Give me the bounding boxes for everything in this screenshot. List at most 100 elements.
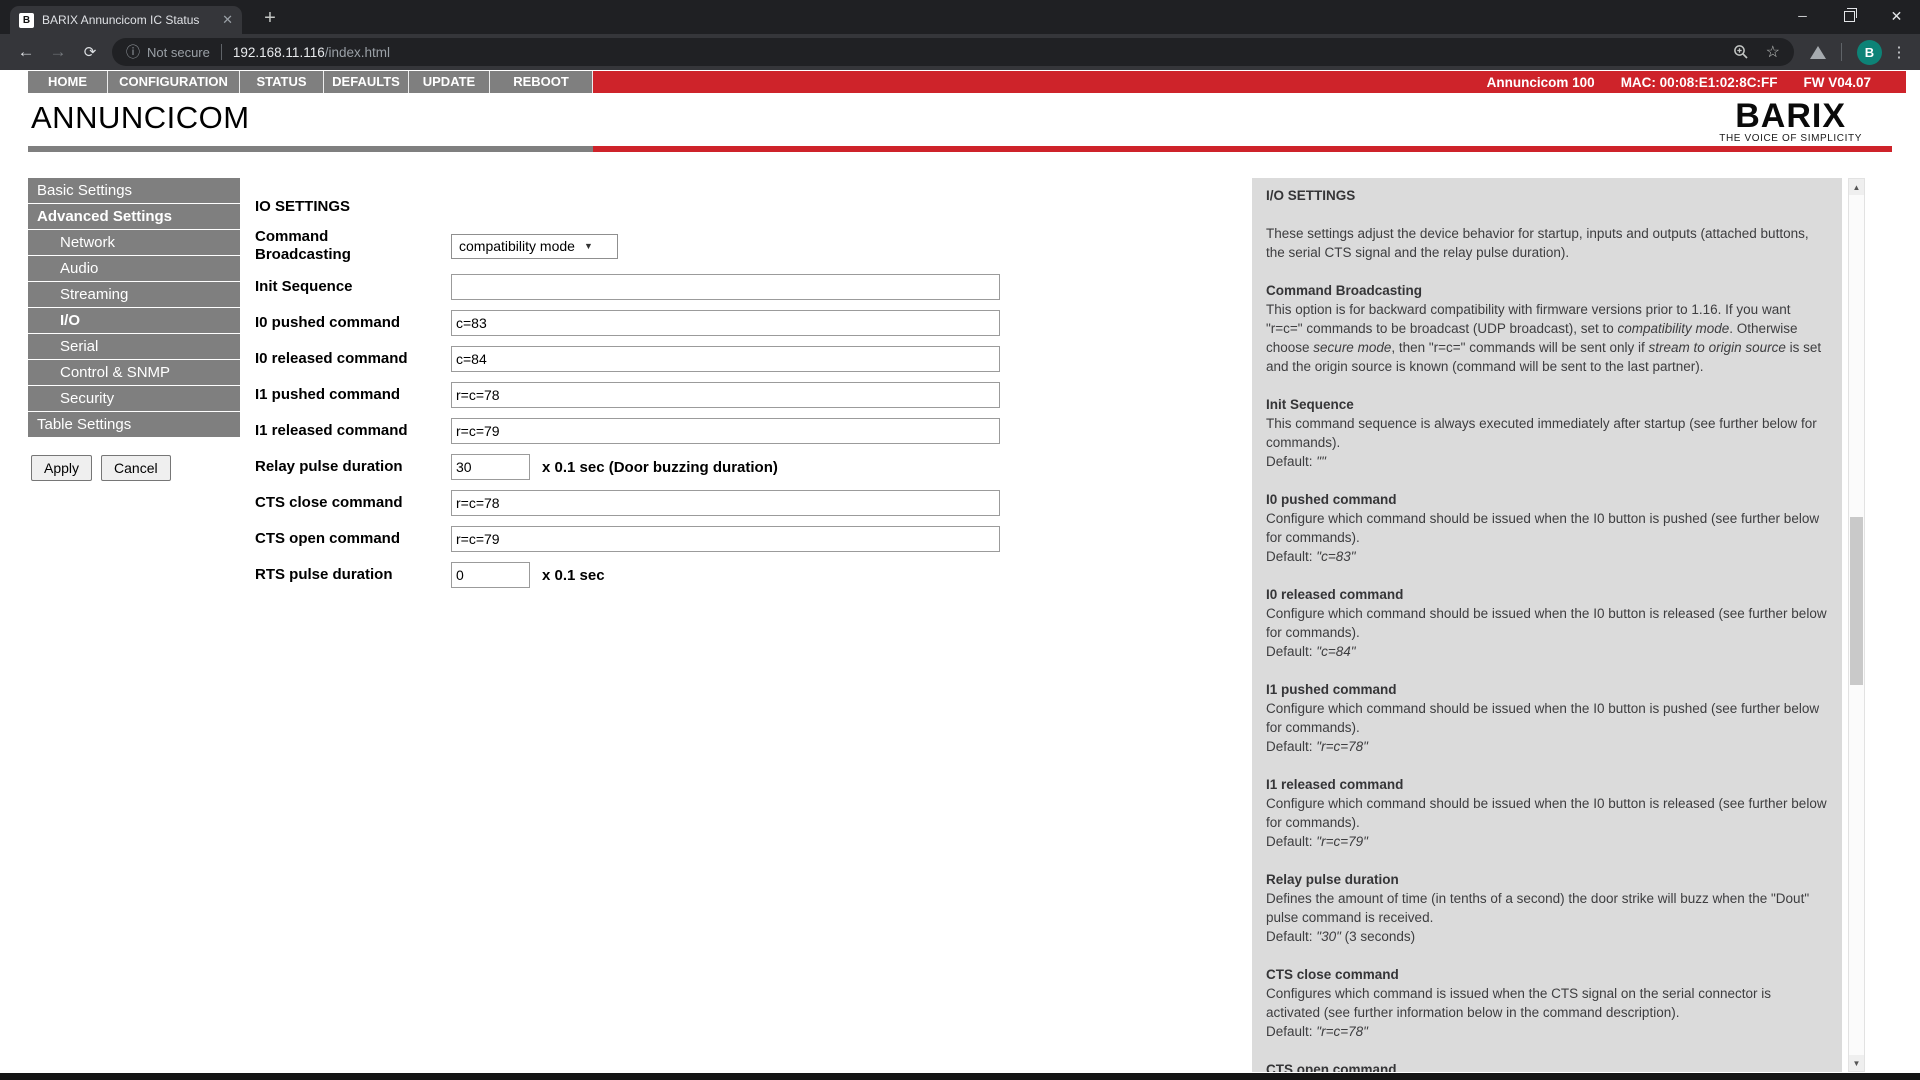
help-section: Command Broadcasting This option is for b… <box>1266 281 1828 376</box>
help-section: I0 pushed command Configure which command… <box>1266 490 1828 566</box>
scroll-down-icon[interactable]: ▼ <box>1849 1055 1864 1071</box>
help-heading-command-broadcasting: Command Broadcasting <box>1266 283 1423 298</box>
omnibox-divider <box>220 44 222 60</box>
cancel-button[interactable]: Cancel <box>101 455 171 481</box>
help-body: Configures which command is issued when … <box>1266 986 1771 1039</box>
security-label: Not secure <box>147 44 210 60</box>
help-body: These settings adjust the device behavio… <box>1266 226 1809 260</box>
sidebar-item-i-o[interactable]: I/O <box>28 308 240 334</box>
scrollbar-thumb[interactable] <box>1850 517 1863 685</box>
form-row: RTS pulse duration x 0.1 sec <box>255 562 1045 588</box>
sidebar-item-audio[interactable]: Audio <box>28 256 240 282</box>
favicon-icon: B <box>19 12 34 28</box>
i0-pushed-command-input[interactable] <box>451 310 1000 336</box>
nav-right-spacer <box>1906 71 1920 93</box>
i1-pushed-command-input[interactable] <box>451 382 1000 408</box>
help-scrollbar[interactable]: ▲ ▼ <box>1848 178 1865 1072</box>
form-row: Command Broadcasting compatibility mode ▼ <box>255 228 1045 264</box>
help-panel: I/O SETTINGS These settings adjust the de… <box>1252 178 1842 1072</box>
command-broadcasting-select[interactable]: compatibility mode ▼ <box>451 233 618 259</box>
form-row: I1 released command <box>255 418 1045 444</box>
form-title: IO SETTINGS <box>255 198 351 215</box>
cts-open-command-label: CTS open command <box>255 530 401 547</box>
top-nav: HOME CONFIGURATION STATUS DEFAULTS UPDATE REB… <box>0 71 1920 93</box>
close-button[interactable]: ✕ <box>1873 0 1920 32</box>
nav-item-defaults[interactable]: DEFAULTS <box>324 71 409 93</box>
help-section: I/O SETTINGS <box>1266 186 1828 205</box>
reload-button[interactable]: ⟳ <box>74 43 106 61</box>
profile-avatar[interactable]: B <box>1857 39 1882 65</box>
menu-kebab-icon[interactable]: ⋮ <box>1888 43 1910 61</box>
io-settings-form: IO SETTINGS Command Broadcasting compatib… <box>255 198 1045 598</box>
help-heading-i1-released-command: I1 released command <box>1266 777 1404 792</box>
init-sequence-input[interactable] <box>451 274 1000 300</box>
minimize-button[interactable]: ─ <box>1779 0 1826 32</box>
sidebar-item-network[interactable]: Network <box>28 230 240 256</box>
extension-icon[interactable] <box>1810 45 1826 59</box>
restore-icon <box>1844 7 1857 22</box>
settings-sidebar: Basic Settings Advanced Settings Network Au… <box>28 178 240 438</box>
help-section: Init Sequence This command sequence is al… <box>1266 395 1828 471</box>
help-body: Configure which command should be issued… <box>1266 796 1827 849</box>
i0-released-command-label: I0 released command <box>255 350 408 367</box>
i1-released-command-input[interactable] <box>451 418 1000 444</box>
browser-tab[interactable]: B BARIX Annuncicom IC Status ✕ <box>10 6 242 34</box>
help-body: This option is for backward compatibilit… <box>1266 302 1822 374</box>
cts-close-command-label: CTS close command <box>255 494 403 511</box>
nav-left-spacer <box>0 71 28 93</box>
sidebar-item-table-settings[interactable]: Table Settings <box>28 412 240 438</box>
cts-open-command-input[interactable] <box>451 526 1000 552</box>
bookmark-star-icon[interactable]: ☆ <box>1766 42 1780 62</box>
help-heading-init-sequence: Init Sequence <box>1266 397 1354 412</box>
help-body: This command sequence is always executed… <box>1266 416 1817 469</box>
help-heading-i0-pushed-command: I0 pushed command <box>1266 492 1397 507</box>
help-section: I0 released command Configure which comma… <box>1266 585 1828 661</box>
forward-button[interactable]: → <box>42 42 74 62</box>
rts-pulse-duration-input[interactable] <box>451 562 530 588</box>
form-row: I0 released command <box>255 346 1045 372</box>
select-arrow-icon: ▼ <box>583 241 593 251</box>
address-bar[interactable]: ⓘ Not secure 192.168.11.116 /index.html … <box>112 38 1794 66</box>
help-body: Configure which command should be issued… <box>1266 511 1820 564</box>
form-row: Init Sequence <box>255 274 1045 300</box>
help-heading-i-o-settings: I/O SETTINGS <box>1266 188 1356 203</box>
help-section: I1 released command Configure which comma… <box>1266 775 1828 851</box>
nav-item-status[interactable]: STATUS <box>240 71 324 93</box>
zoom-icon[interactable] <box>1733 44 1749 60</box>
restore-button[interactable] <box>1826 0 1873 32</box>
toolbar-divider <box>1841 43 1842 61</box>
help-section: CTS close command Configures which comman… <box>1266 965 1828 1041</box>
browser-toolbar: ← → ⟳ ⓘ Not secure 192.168.11.116 /index… <box>0 34 1920 70</box>
i1-pushed-command-label: I1 pushed command <box>255 386 401 403</box>
nav-item-configuration[interactable]: CONFIGURATION <box>108 71 240 93</box>
sidebar-item-control-snmp[interactable]: Control & SNMP <box>28 360 240 386</box>
sidebar-item-security[interactable]: Security <box>28 386 240 412</box>
sidebar-item-basic-settings[interactable]: Basic Settings <box>28 178 240 204</box>
sidebar-item-streaming[interactable]: Streaming <box>28 282 240 308</box>
new-tab-button[interactable]: + <box>256 4 284 32</box>
form-row: I1 pushed command <box>255 382 1045 408</box>
url-host: 192.168.11.116 <box>232 44 325 60</box>
scroll-up-icon[interactable]: ▲ <box>1849 179 1864 195</box>
nav-item-update[interactable]: UPDATE <box>409 71 490 93</box>
nav-item-home[interactable]: HOME <box>28 71 108 93</box>
cts-close-command-input[interactable] <box>451 490 1000 516</box>
help-body: Defines the amount of time (in tenths of… <box>1266 891 1810 944</box>
apply-button[interactable]: Apply <box>31 455 93 481</box>
sidebar-item-serial[interactable]: Serial <box>28 334 240 360</box>
relay-pulse-duration-input[interactable] <box>451 454 530 480</box>
i0-released-command-input[interactable] <box>451 346 1000 372</box>
help-body: Configure which command should be issued… <box>1266 606 1827 659</box>
site-info-icon[interactable]: ⓘ <box>126 42 140 62</box>
page-title: ANNUNCICOM <box>31 100 250 135</box>
tab-close-icon[interactable]: ✕ <box>222 12 233 28</box>
help-section: CTS open command <box>1266 1060 1828 1072</box>
tab-strip: B BARIX Annuncicom IC Status ✕ + ─ ✕ <box>0 0 1920 34</box>
page-viewport: HOME CONFIGURATION STATUS DEFAULTS UPDATE REB… <box>0 70 1920 1080</box>
form-row: I0 pushed command <box>255 310 1045 336</box>
sidebar-item-advanced-settings[interactable]: Advanced Settings <box>28 204 240 230</box>
back-button[interactable]: ← <box>10 42 42 62</box>
help-body: Configure which command should be issued… <box>1266 701 1820 754</box>
device-firmware: FW V04.07 <box>1803 74 1871 90</box>
nav-item-reboot[interactable]: REBOOT <box>490 71 593 93</box>
